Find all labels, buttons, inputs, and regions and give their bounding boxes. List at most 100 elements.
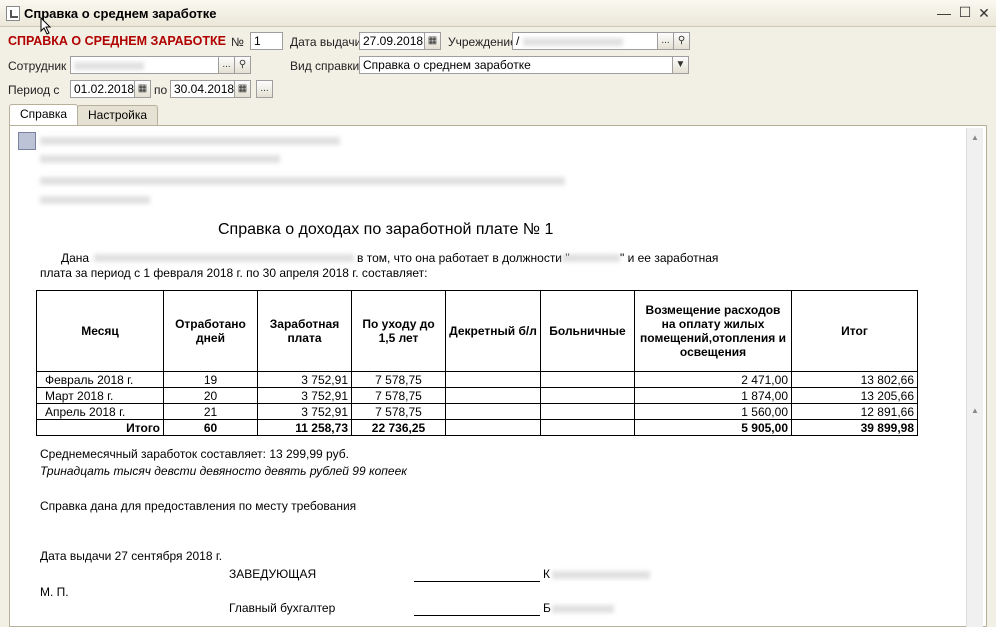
table-row: Март 2018 г. 20 3 752,91 7 578,75 1 874,…: [36, 387, 918, 404]
average-salary-text: Среднемесячный заработок составляет: 13 …: [40, 447, 349, 461]
blurred-text: [94, 254, 354, 262]
employee-field[interactable]: [70, 56, 220, 74]
table-cell: 60: [163, 419, 258, 436]
issue-date-text: Дата выдачи 27 сентября 2018 г.: [40, 549, 223, 563]
header-sick-leave: Больничные: [540, 290, 635, 372]
blurred-text: [74, 61, 144, 70]
scroll-thumb-icon[interactable]: ▲: [971, 406, 979, 415]
table-cell: 3 752,91: [257, 371, 352, 388]
table-cell: Итого: [36, 419, 164, 436]
select-button[interactable]: ...: [657, 32, 674, 50]
scroll-up-icon[interactable]: ▲: [971, 133, 979, 142]
table-cell: [540, 371, 635, 388]
table-cell: Март 2018 г.: [36, 387, 164, 404]
blurred-text: [522, 37, 623, 46]
sheet-corner-icon: [18, 132, 36, 150]
institution-value: /: [516, 34, 520, 48]
salary-table: Месяц Отработано дней Заработная плата П…: [36, 290, 918, 436]
institution-label: Учреждение: [448, 35, 517, 49]
period-from-field[interactable]: 01.02.2018: [70, 80, 136, 98]
head-initial: К: [543, 567, 550, 581]
issue-date-field[interactable]: 27.09.2018: [359, 32, 426, 50]
maximize-icon[interactable]: ☐: [957, 4, 973, 20]
head-position: ЗАВЕДУЮЩАЯ: [229, 567, 317, 581]
chevron-down-icon[interactable]: ▼: [672, 56, 689, 74]
document-title: Справка о доходах по заработной плате № …: [218, 221, 554, 238]
table-cell: Апрель 2018 г.: [36, 403, 164, 420]
header-maternity: Декретный б/л: [445, 290, 541, 372]
form-header-title: СПРАВКА О СРЕДНЕМ ЗАРАБОТКЕ: [8, 34, 226, 48]
institution-field[interactable]: /: [512, 32, 659, 50]
stamp-place: М. П.: [40, 585, 69, 599]
tab-spravka[interactable]: Справка: [9, 104, 79, 126]
table-cell: [540, 387, 635, 404]
table-cell: 2 471,00: [634, 371, 792, 388]
window-title: Справка о среднем заработке: [24, 6, 217, 21]
issue-date-label: Дата выдачи: [290, 35, 362, 49]
search-icon[interactable]: ⚲: [673, 32, 690, 50]
table-total-row: Итого 60 11 258,73 22 736,25 5 905,00 39…: [36, 419, 918, 436]
search-icon[interactable]: ⚲: [234, 56, 251, 74]
table-cell: 12 891,66: [791, 403, 918, 420]
table-cell: [445, 403, 541, 420]
table-cell: 20: [163, 387, 258, 404]
select-button[interactable]: ...: [218, 56, 235, 74]
app-icon: [6, 6, 20, 21]
table-cell: [445, 419, 541, 436]
table-cell: 21: [163, 403, 258, 420]
table-cell: 7 578,75: [351, 371, 446, 388]
blurred-text: [40, 137, 340, 145]
table-cell: 7 578,75: [351, 387, 446, 404]
header-housing: Возмещение расходов на оплату жилых поме…: [634, 290, 792, 372]
table-cell: [540, 403, 635, 420]
calendar-icon[interactable]: ▦: [424, 32, 441, 50]
calendar-icon[interactable]: ▦: [134, 80, 151, 98]
period-to-label: по: [154, 83, 168, 97]
blurred-text: [552, 571, 650, 579]
period-from-label: Период с: [8, 83, 60, 97]
header-days: Отработано дней: [163, 290, 258, 372]
header-month: Месяц: [36, 290, 164, 372]
intro-text-b: в том, что она работает в должности ": [357, 251, 570, 265]
header-salary: Заработная плата: [257, 290, 352, 372]
table-cell: 1 874,00: [634, 387, 792, 404]
blurred-text: [40, 196, 150, 204]
table-cell: 3 752,91: [257, 387, 352, 404]
number-label: №: [231, 35, 244, 49]
table-cell: 13 205,66: [791, 387, 918, 404]
table-cell: 11 258,73: [257, 419, 352, 436]
blurred-text: [562, 254, 620, 262]
accountant-signature-line: [414, 615, 540, 616]
table-cell: 39 899,98: [791, 419, 918, 436]
table-cell: 7 578,75: [351, 403, 446, 420]
period-to-field[interactable]: 30.04.2018: [170, 80, 236, 98]
number-field[interactable]: 1: [250, 32, 283, 50]
mouse-cursor-icon: [40, 17, 52, 35]
calendar-icon[interactable]: ▦: [234, 80, 251, 98]
window-titlebar: Справка о среднем заработке — ☐ ✕: [0, 0, 996, 27]
close-icon[interactable]: ✕: [976, 5, 992, 21]
average-salary-words: Тринадцать тысяч девсти девяносто девять…: [40, 464, 407, 478]
intro-text-line2: плата за период с 1 февраля 2018 г. по 3…: [40, 266, 428, 280]
table-cell: 1 560,00: [634, 403, 792, 420]
accountant-initial: Б: [543, 601, 551, 615]
table-cell: 3 752,91: [257, 403, 352, 420]
period-select-button[interactable]: ...: [256, 80, 273, 98]
table-cell: [445, 371, 541, 388]
header-childcare: По уходу до 1,5 лет: [351, 290, 446, 372]
header-total: Итог: [791, 290, 918, 372]
blurred-text: [40, 155, 280, 163]
table-cell: [445, 387, 541, 404]
intro-text-c: " и ее заработная: [620, 251, 719, 265]
type-select[interactable]: Справка о среднем заработке: [359, 56, 674, 74]
table-cell: Февраль 2018 г.: [36, 371, 164, 388]
minimize-icon[interactable]: —: [936, 5, 952, 21]
tab-settings[interactable]: Настройка: [77, 105, 159, 125]
table-cell: [540, 419, 635, 436]
table-cell: 19: [163, 371, 258, 388]
table-cell: 13 802,66: [791, 371, 918, 388]
vertical-scrollbar[interactable]: ▲ ▲: [966, 128, 983, 627]
table-row: Апрель 2018 г. 21 3 752,91 7 578,75 1 56…: [36, 403, 918, 420]
table-cell: 22 736,25: [351, 419, 446, 436]
accountant-position: Главный бухгалтер: [229, 601, 336, 615]
